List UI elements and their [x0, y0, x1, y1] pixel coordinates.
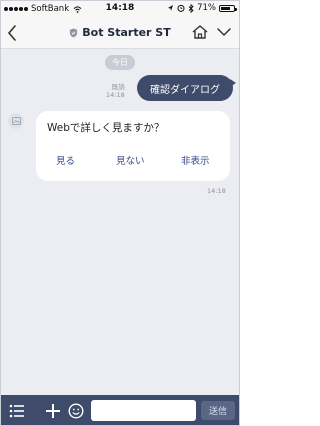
- outgoing-message[interactable]: 確認ダイアログ: [137, 75, 236, 101]
- home-icon[interactable]: [191, 24, 209, 40]
- alarm-icon: [177, 4, 185, 12]
- hide-button[interactable]: 非表示: [181, 153, 210, 167]
- avatar-placeholder-icon: [11, 117, 21, 125]
- chat-header: Bot Starter ST: [1, 17, 239, 49]
- chat-title: Bot Starter ST: [82, 26, 171, 39]
- chevron-down-icon[interactable]: [216, 26, 232, 38]
- phone-screen: SoftBank 14:18 71% Bot Starter ST 今日 既読 …: [0, 0, 240, 426]
- plus-icon[interactable]: [45, 403, 61, 419]
- read-receipt: 既読: [111, 83, 125, 91]
- battery-icon: [219, 4, 237, 12]
- shield-icon: [70, 28, 78, 37]
- send-button[interactable]: 送信: [201, 401, 235, 420]
- message-input[interactable]: [91, 400, 196, 421]
- outgoing-message-text: 確認ダイアログ: [150, 84, 220, 96]
- confirm-dialog-text: Webで詳しく見ますか？: [47, 122, 165, 134]
- date-separator: 今日: [105, 55, 135, 70]
- battery-fill: [221, 6, 230, 10]
- incoming-time: 14:18: [207, 187, 226, 195]
- confirm-dialog-card: Webで詳しく見ますか？ 見る 見ない 非表示: [36, 111, 230, 181]
- emoji-icon[interactable]: [68, 403, 84, 419]
- status-right: 71%: [167, 3, 237, 13]
- outgoing-meta: 既読 14:18: [106, 83, 125, 99]
- location-icon: [168, 5, 174, 11]
- dont-view-button[interactable]: 見ない: [116, 153, 145, 167]
- outgoing-time: 14:18: [106, 91, 125, 99]
- status-bar: SoftBank 14:18 71%: [1, 1, 239, 17]
- message-input-bar: 送信: [1, 395, 239, 425]
- bluetooth-icon: [188, 3, 194, 13]
- chat-area[interactable]: 今日 既読 14:18 確認ダイアログ Webで詳しく見ますか？ 見る 見ない …: [1, 49, 239, 395]
- confirm-dialog-actions: 見る 見ない 非表示: [36, 153, 230, 171]
- bot-avatar[interactable]: [8, 113, 24, 129]
- battery-percent: 71%: [197, 3, 216, 13]
- view-button[interactable]: 見る: [56, 153, 75, 167]
- menu-list-icon[interactable]: [9, 404, 25, 418]
